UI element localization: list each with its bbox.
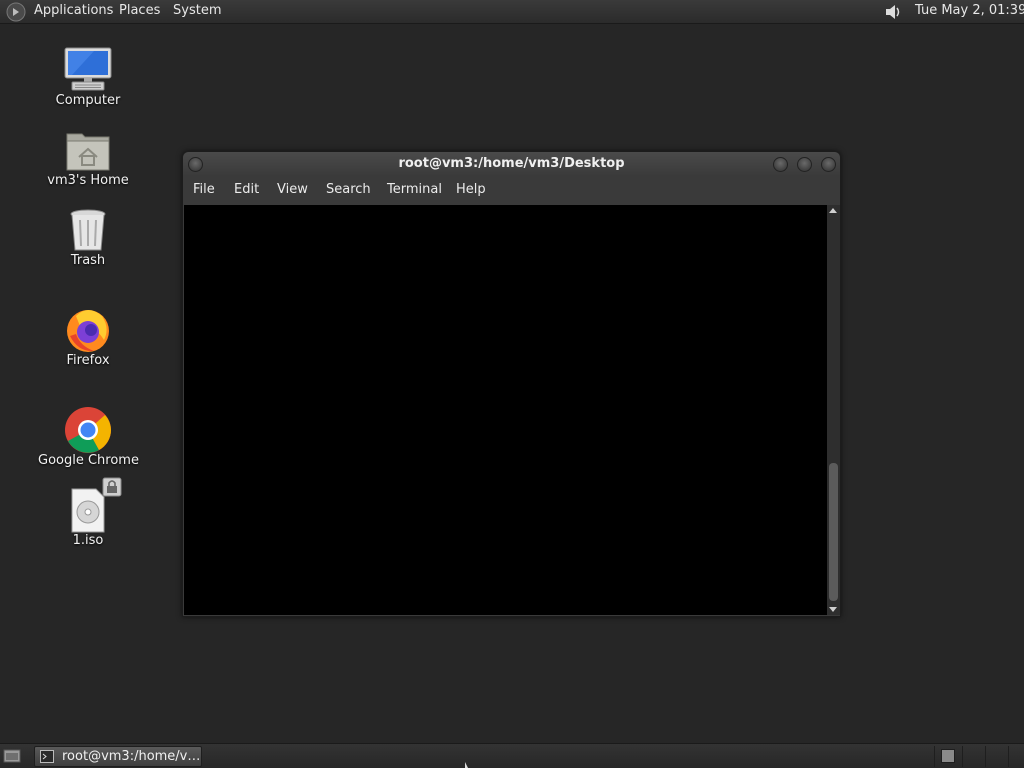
desktop-icon-trash[interactable]: Trash	[38, 206, 138, 270]
panel-separator	[962, 746, 963, 767]
panel-separator	[985, 746, 986, 767]
scrollbar-thumb[interactable]	[829, 463, 838, 601]
menu-view[interactable]: View	[277, 182, 308, 198]
window-title: root@vm3:/home/vm3/Desktop	[398, 156, 625, 171]
desktop-icon-computer[interactable]: Computer	[38, 46, 138, 110]
mouse-cursor-icon	[465, 762, 468, 768]
desktop-icon-home[interactable]: vm3's Home	[38, 126, 138, 190]
chrome-icon	[65, 407, 111, 453]
menu-search[interactable]: Search	[326, 182, 371, 198]
top-panel: Applications Places System Tue May 2, 01…	[0, 0, 1024, 24]
terminal-icon	[40, 750, 54, 763]
desktop-icon-chrome[interactable]: Google Chrome	[38, 406, 139, 470]
menu-applications[interactable]: Applications	[34, 3, 113, 19]
desktop-icon-label: Computer	[55, 93, 121, 108]
panel-separator	[934, 746, 935, 767]
monitor-icon	[64, 47, 112, 91]
show-desktop-icon[interactable]	[3, 748, 21, 764]
maximize-button[interactable]	[797, 157, 812, 172]
desktop-icon-firefox[interactable]: Firefox	[38, 306, 138, 370]
bottom-panel: root@vm3:/home/v…	[0, 743, 1024, 768]
menu-help[interactable]: Help	[456, 182, 486, 198]
desktop-icon-iso[interactable]: 1.iso	[38, 477, 138, 550]
menu-system[interactable]: System	[173, 3, 221, 19]
menu-places[interactable]: Places	[119, 3, 160, 19]
taskbar-button-terminal[interactable]: root@vm3:/home/v…	[34, 746, 202, 767]
menu-file[interactable]: File	[193, 182, 215, 198]
taskbar-button-label: root@vm3:/home/v…	[62, 749, 201, 764]
minimize-button[interactable]	[773, 157, 788, 172]
desktop-icon-label: Trash	[70, 253, 106, 268]
terminal-scrollbar[interactable]	[827, 205, 840, 615]
close-button[interactable]	[821, 157, 836, 172]
trash-icon	[70, 209, 106, 251]
scroll-down-arrow-icon[interactable]	[829, 607, 837, 612]
terminal-window[interactable]: root@vm3:/home/vm3/Desktop File Edit Vie…	[182, 151, 841, 617]
desktop-icon-label: Firefox	[66, 353, 110, 368]
gnome-foot-icon[interactable]	[6, 2, 26, 22]
menu-edit[interactable]: Edit	[234, 182, 259, 198]
window-titlebar[interactable]: root@vm3:/home/vm3/Desktop	[183, 152, 840, 176]
desktop-icon-label: 1.iso	[72, 533, 104, 548]
scroll-up-arrow-icon[interactable]	[829, 208, 837, 213]
lock-icon	[102, 477, 122, 497]
workspace-switcher-1[interactable]	[941, 749, 955, 763]
terminal-menubar: File Edit View Search Terminal Help	[183, 176, 840, 205]
menu-terminal[interactable]: Terminal	[387, 182, 442, 198]
clock[interactable]: Tue May 2, 01:39	[915, 3, 1024, 19]
speaker-icon[interactable]	[882, 1, 904, 23]
terminal-output-area[interactable]	[184, 205, 827, 615]
home-folder-icon	[66, 133, 110, 171]
panel-separator	[1008, 746, 1009, 767]
desktop-icon-label: Google Chrome	[38, 453, 139, 468]
firefox-icon	[67, 310, 109, 352]
desktop-icon-label: vm3's Home	[47, 173, 129, 188]
